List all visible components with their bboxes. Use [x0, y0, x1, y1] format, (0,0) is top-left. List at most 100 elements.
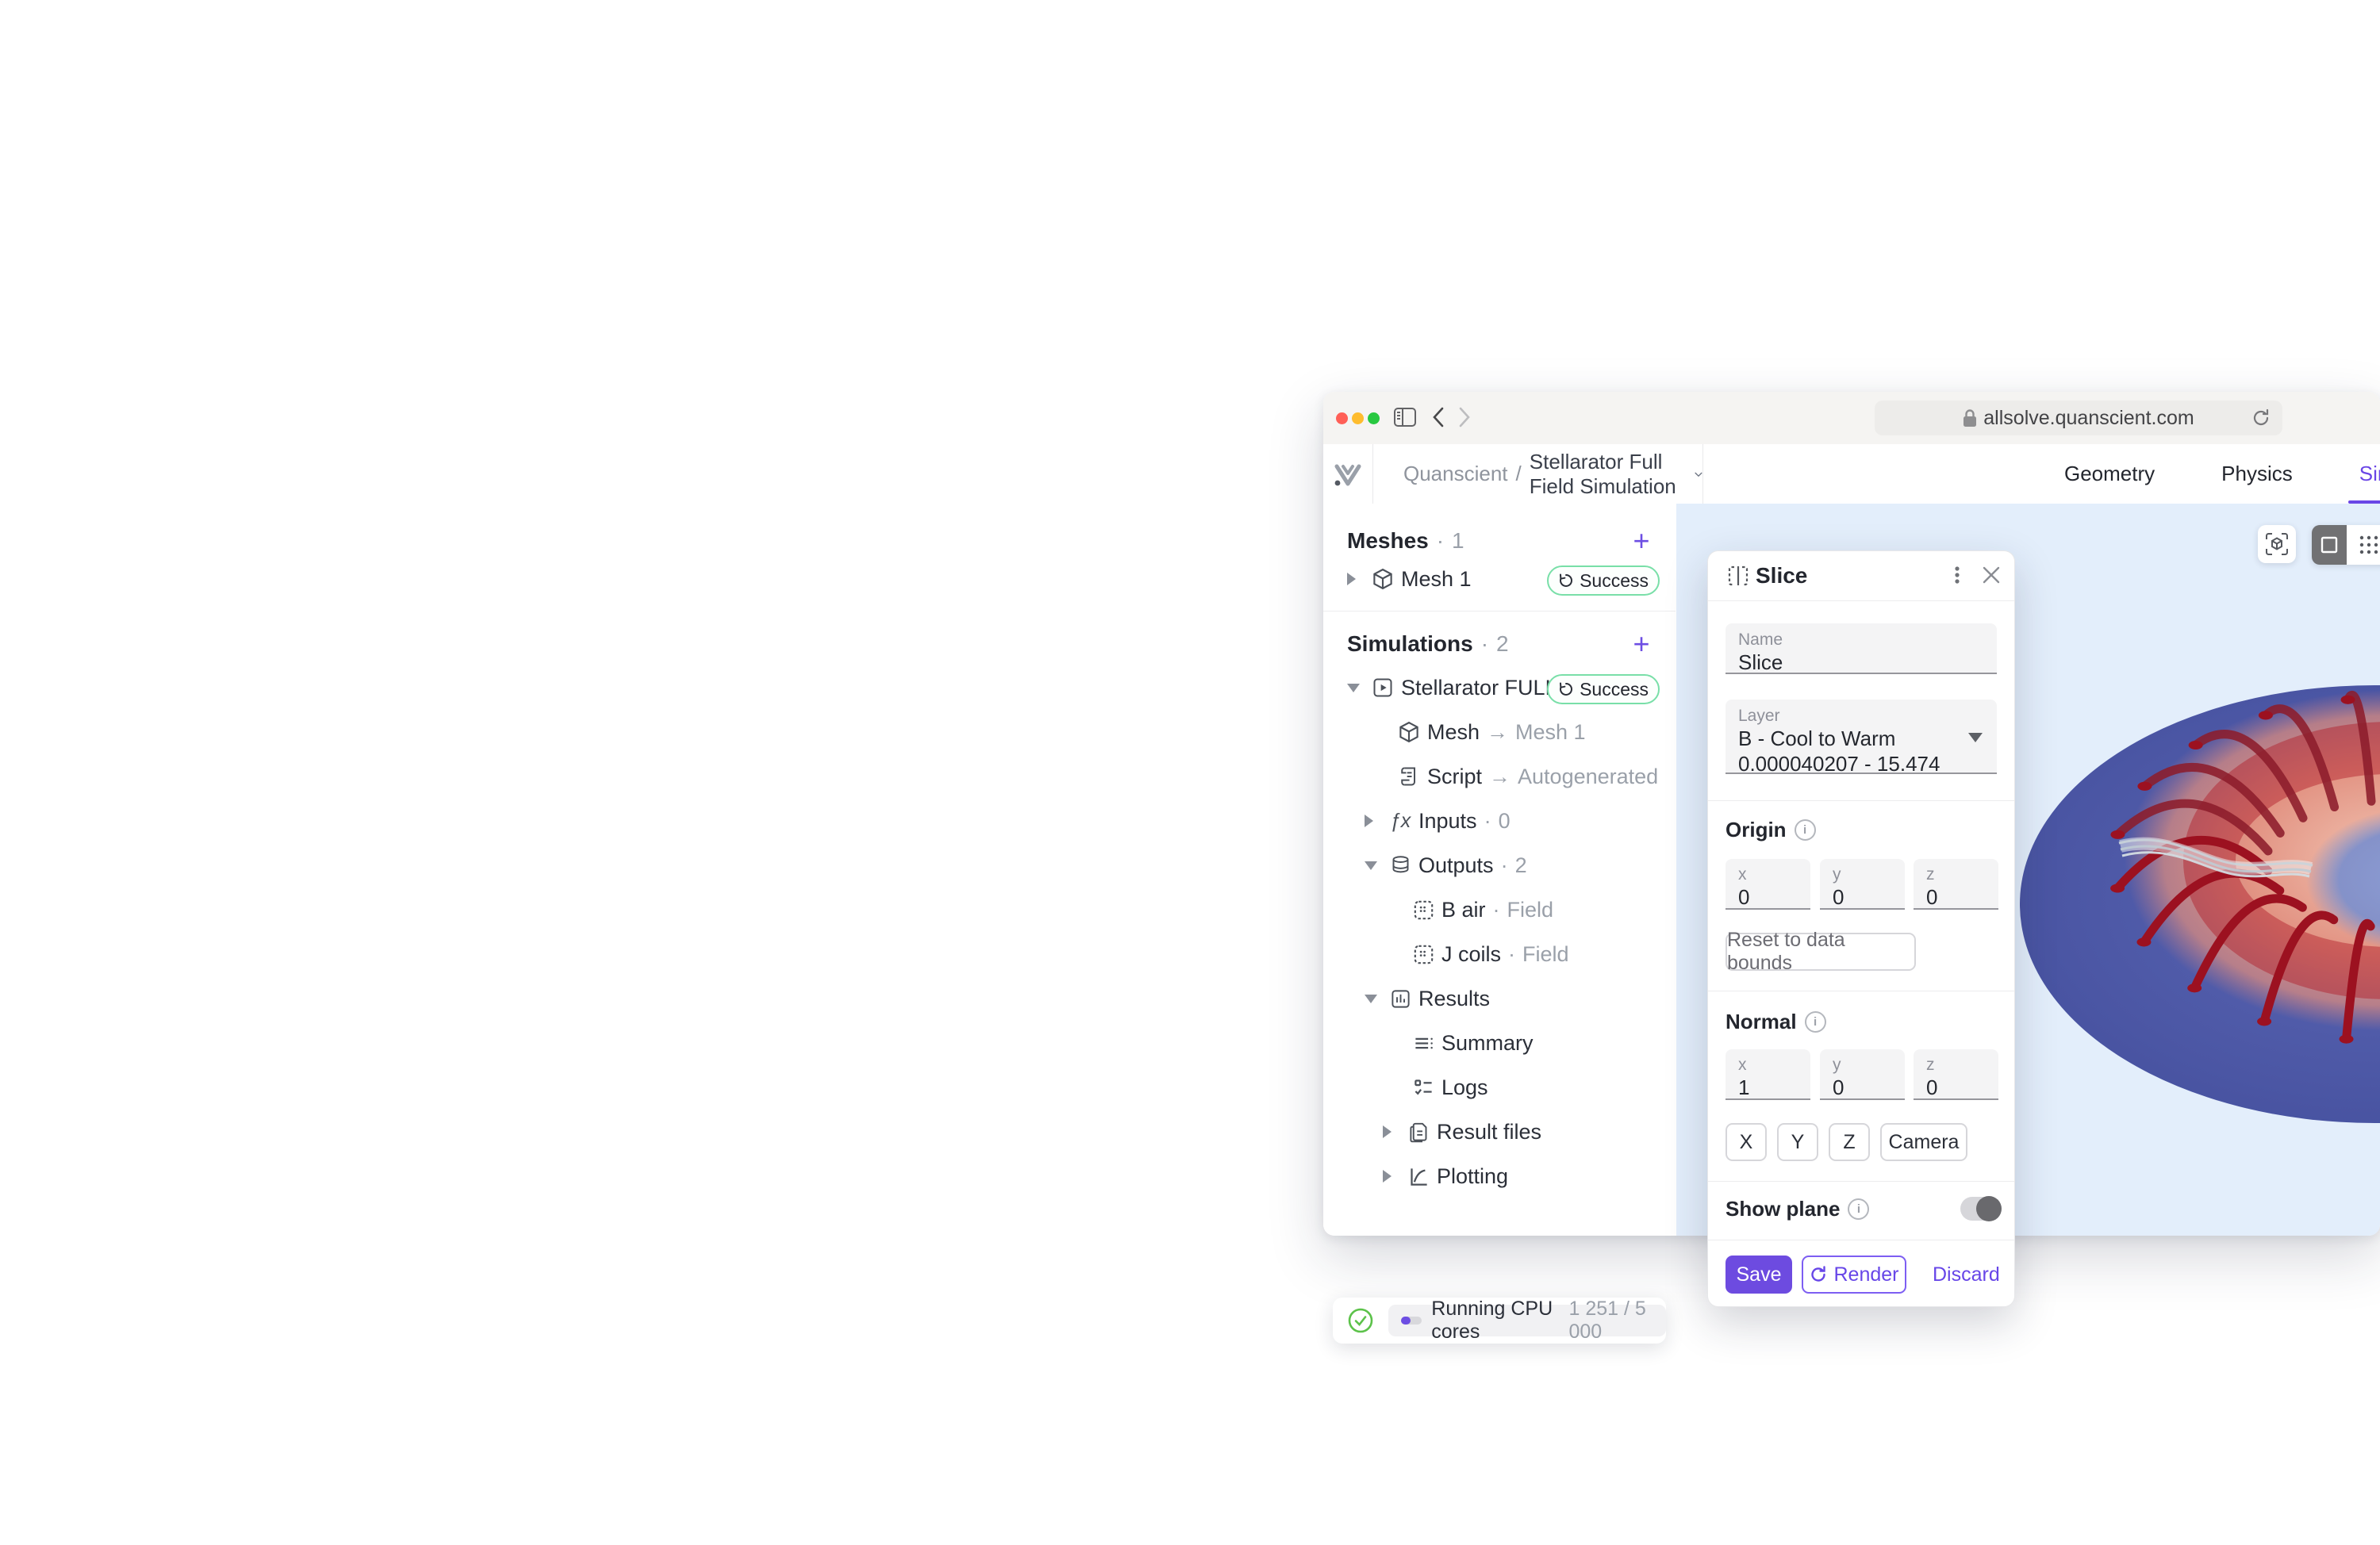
- section-count: 1: [1452, 528, 1464, 554]
- grid-view-button[interactable]: [2347, 525, 2380, 565]
- fx-icon: ƒx: [1388, 810, 1412, 833]
- save-button[interactable]: Save: [1726, 1256, 1792, 1294]
- progress-bar: [1401, 1317, 1422, 1325]
- section-title: Simulations: [1347, 631, 1473, 657]
- section-meshes: Meshes · 1 +: [1323, 525, 1676, 557]
- show-plane-toggle[interactable]: [1960, 1197, 2002, 1221]
- caret-right-icon[interactable]: [1383, 1125, 1400, 1138]
- kebab-menu-icon[interactable]: [1946, 564, 1968, 590]
- caret-right-icon[interactable]: [1365, 815, 1382, 827]
- caret-right-icon[interactable]: [1383, 1170, 1400, 1183]
- mesh-cube-icon: [1397, 720, 1421, 744]
- breadcrumb-org: Quanscient: [1403, 462, 1508, 486]
- browser-chrome: allsolve.quanscient.com: [1323, 392, 2380, 445]
- script-icon: [1397, 765, 1421, 788]
- cpu-status-bar[interactable]: Running CPU cores 1 251 / 5 000: [1333, 1298, 1666, 1344]
- info-icon[interactable]: i: [1805, 1011, 1826, 1033]
- history-icon: [1558, 573, 1574, 588]
- origin-z-input[interactable]: z 0: [1914, 859, 1998, 910]
- tree-item-outputs[interactable]: Outputs · 2: [1323, 846, 1676, 884]
- grid-view-icon: [2359, 535, 2379, 555]
- name-field-value: Slice: [1738, 650, 1984, 675]
- tree-item-script[interactable]: Script → Autogenerated: [1323, 757, 1676, 796]
- divider: [1708, 1181, 2014, 1182]
- tree-item-inputs[interactable]: ƒx Inputs · 0: [1323, 802, 1676, 840]
- layer-select[interactable]: Layer B - Cool to Warm 0.000040207 - 15.…: [1726, 700, 1997, 774]
- normal-y-button[interactable]: Y: [1777, 1123, 1818, 1161]
- normal-section-label: Normali: [1726, 1010, 1826, 1034]
- tree-item-j-coils[interactable]: J coils · Field: [1323, 935, 1676, 973]
- tree-item-logs[interactable]: Logs: [1323, 1068, 1676, 1106]
- tree-item-mesh-1[interactable]: Mesh 1 Success: [1323, 560, 1676, 598]
- tree-item-result-files[interactable]: Result files: [1323, 1113, 1676, 1151]
- slice-icon: [1727, 565, 1749, 591]
- back-button[interactable]: [1426, 405, 1450, 429]
- layer-select-value: B - Cool to Warm: [1738, 726, 1984, 751]
- cpu-cores-pill: Running CPU cores 1 251 / 5 000: [1388, 1305, 1666, 1336]
- close-window-button[interactable]: [1336, 412, 1348, 424]
- status-badge: Success: [1547, 565, 1660, 596]
- page: allsolve.quanscient.com Quanscient / Ste…: [0, 0, 2380, 1545]
- tab-physics[interactable]: Physics: [2210, 444, 2304, 504]
- normal-z-button[interactable]: Z: [1829, 1123, 1870, 1161]
- close-icon[interactable]: [1981, 565, 2002, 589]
- slice-panel-header[interactable]: Slice: [1708, 551, 2014, 600]
- tree-item-mesh-ref[interactable]: Mesh → Mesh 1: [1323, 713, 1676, 751]
- section-simulations: Simulations · 2 +: [1323, 628, 1676, 660]
- mesh-cube-icon: [1371, 567, 1395, 591]
- info-icon[interactable]: i: [1848, 1198, 1869, 1220]
- tree-item-b-air[interactable]: B air · Field: [1323, 891, 1676, 929]
- zoom-window-button[interactable]: [1368, 412, 1380, 424]
- discard-button[interactable]: Discard: [1933, 1256, 2000, 1294]
- divider: [1708, 800, 2014, 801]
- add-mesh-button[interactable]: +: [1627, 527, 1656, 555]
- view-layout-toggle: [2312, 525, 2380, 565]
- history-icon: [1558, 681, 1574, 697]
- reload-icon[interactable]: [2251, 408, 2271, 434]
- simulation-icon: [1371, 677, 1395, 699]
- database-icon: [1388, 855, 1412, 876]
- chevron-down-icon: [1695, 470, 1702, 479]
- tab-geometry[interactable]: Geometry: [2053, 444, 2166, 504]
- url-bar[interactable]: allsolve.quanscient.com: [1875, 401, 2282, 435]
- show-plane-label: Show planei: [1726, 1197, 1869, 1221]
- check-circle-icon: [1347, 1307, 1374, 1334]
- fit-view-button[interactable]: [2258, 525, 2296, 563]
- forward-button[interactable]: [1453, 405, 1476, 429]
- divider: [1708, 600, 2014, 601]
- caret-down-icon[interactable]: [1365, 995, 1382, 1003]
- normal-x-input[interactable]: x 1: [1726, 1049, 1810, 1100]
- single-view-icon: [2320, 535, 2339, 554]
- single-view-button[interactable]: [2312, 525, 2347, 565]
- tree-item-plotting[interactable]: Plotting: [1323, 1157, 1676, 1195]
- origin-x-input[interactable]: x 0: [1726, 859, 1810, 910]
- section-count: 2: [1496, 631, 1509, 657]
- breadcrumb-project: Stellarator Full Field Simulation: [1530, 450, 1687, 499]
- minimize-window-button[interactable]: [1352, 412, 1364, 424]
- normal-z-input[interactable]: z 0: [1914, 1049, 1998, 1100]
- sidebar-toggle-icon[interactable]: [1393, 405, 1417, 429]
- section-title: Meshes: [1347, 528, 1429, 554]
- cpu-cores-label: Running CPU cores: [1431, 1298, 1559, 1344]
- origin-y-input[interactable]: y 0: [1820, 859, 1905, 910]
- layer-select-range: 0.000040207 - 15.474: [1738, 751, 1984, 776]
- caret-right-icon[interactable]: [1347, 573, 1365, 585]
- breadcrumb[interactable]: Quanscient / Stellarator Full Field Simu…: [1373, 444, 1703, 504]
- normal-y-input[interactable]: y 0: [1820, 1049, 1905, 1100]
- tree-item-simulation[interactable]: Stellarator FULL FIE... Success: [1323, 669, 1676, 707]
- normal-camera-button[interactable]: Camera: [1880, 1123, 1967, 1161]
- reset-data-bounds-button[interactable]: Reset to data bounds: [1726, 933, 1916, 971]
- app-logo[interactable]: [1323, 444, 1373, 504]
- caret-down-icon[interactable]: [1365, 861, 1382, 870]
- caret-down-icon[interactable]: [1347, 684, 1365, 692]
- field-icon: [1411, 944, 1435, 965]
- tree-item-results[interactable]: Results: [1323, 980, 1676, 1018]
- render-button[interactable]: Render: [1802, 1256, 1906, 1294]
- url-text: allsolve.quanscient.com: [1983, 407, 2194, 430]
- normal-x-button[interactable]: X: [1726, 1123, 1767, 1161]
- tab-simulations[interactable]: Simulations: [2348, 444, 2380, 504]
- name-field[interactable]: Name Slice: [1726, 623, 1997, 674]
- info-icon[interactable]: i: [1795, 819, 1816, 841]
- add-simulation-button[interactable]: +: [1627, 630, 1656, 658]
- tree-item-summary[interactable]: Summary: [1323, 1024, 1676, 1062]
